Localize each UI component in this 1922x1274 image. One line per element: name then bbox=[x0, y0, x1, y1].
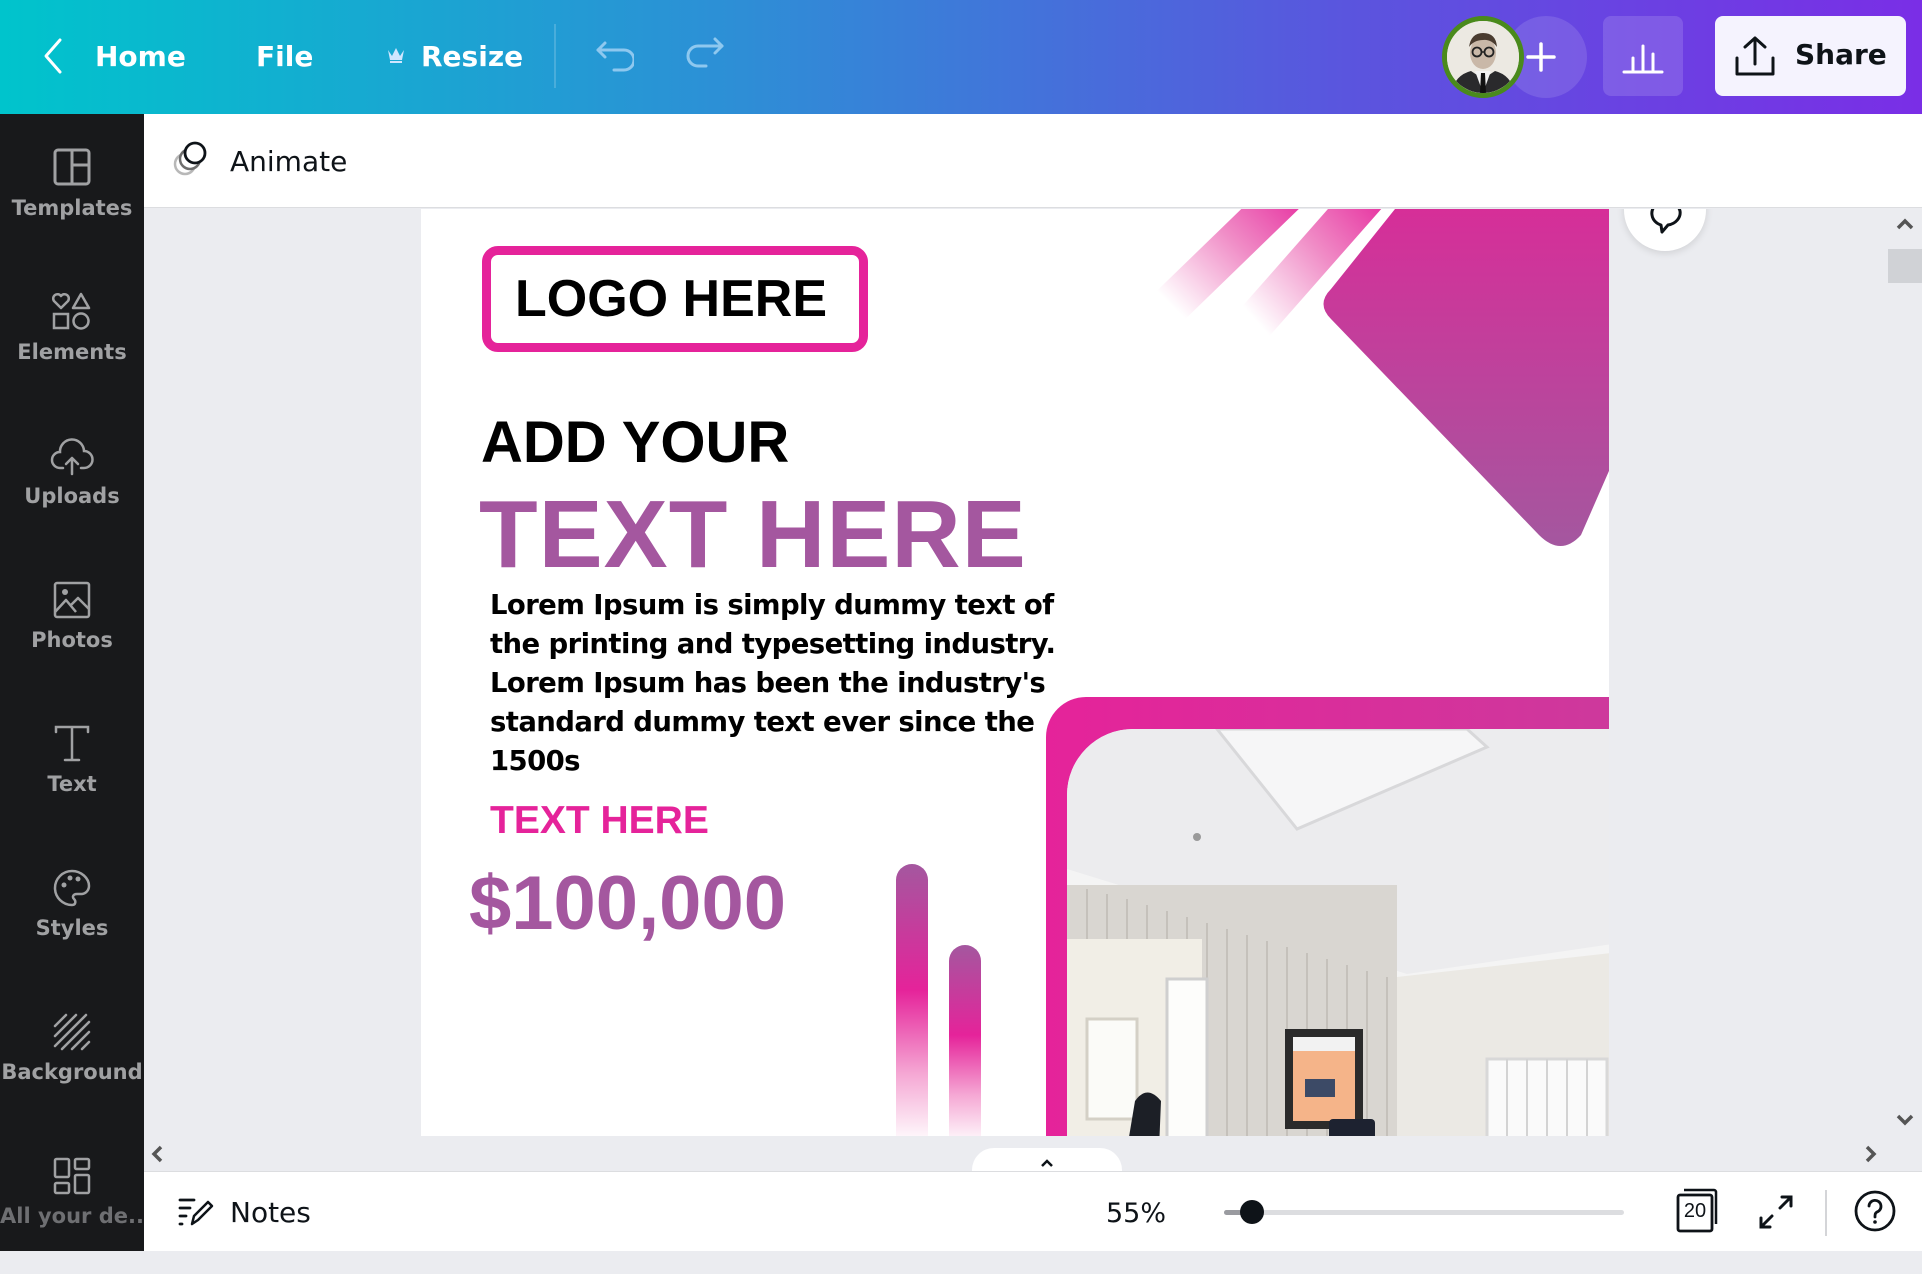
image-icon bbox=[53, 581, 91, 619]
left-sidebar: Templates Elements Uploads Photos Text S… bbox=[0, 114, 144, 1251]
headline-line-1[interactable]: ADD YOUR bbox=[481, 410, 789, 476]
notes-button[interactable]: Notes bbox=[168, 1182, 318, 1242]
subheading-text[interactable]: TEXT HERE bbox=[490, 799, 709, 843]
pages-button[interactable]: 20 bbox=[1674, 1186, 1722, 1236]
undo-icon[interactable] bbox=[592, 38, 636, 78]
zoom-slider[interactable] bbox=[1224, 1200, 1624, 1224]
logo-placeholder[interactable]: LOGO HERE bbox=[482, 246, 868, 352]
decorative-diamond bbox=[1323, 209, 1609, 546]
sidebar-item-uploads[interactable]: Uploads bbox=[0, 434, 144, 554]
zoom-percentage[interactable]: 55% bbox=[1106, 1198, 1166, 1230]
elements-icon bbox=[52, 292, 91, 330]
upload-icon bbox=[1735, 36, 1775, 76]
sidebar-item-label: Uploads bbox=[24, 484, 120, 508]
palette-icon bbox=[53, 869, 91, 907]
page-count: 20 bbox=[1683, 1200, 1707, 1222]
sidebar-item-elements[interactable]: Elements bbox=[0, 290, 144, 410]
sidebar-item-all-designs[interactable]: All your de... bbox=[0, 1154, 144, 1274]
animate-label: Animate bbox=[230, 145, 348, 178]
notes-label: Notes bbox=[230, 1196, 311, 1229]
decorative-bar bbox=[949, 945, 981, 1136]
file-menu-button[interactable]: File bbox=[256, 38, 313, 76]
sidebar-item-styles[interactable]: Styles bbox=[0, 866, 144, 986]
sidebar-item-text[interactable]: Text bbox=[0, 722, 144, 842]
templates-icon bbox=[53, 148, 91, 186]
sidebar-item-label: Background bbox=[1, 1060, 143, 1084]
zoom-slider-handle[interactable] bbox=[1240, 1200, 1264, 1224]
insights-button[interactable] bbox=[1603, 16, 1683, 96]
home-button[interactable]: Home bbox=[95, 38, 186, 76]
sidebar-item-label: Templates bbox=[11, 196, 133, 220]
text-icon bbox=[54, 725, 90, 762]
logo-text[interactable]: LOGO HERE bbox=[515, 269, 827, 329]
bottom-toolbar: Notes 55% 20 bbox=[144, 1171, 1922, 1251]
design-page[interactable]: LOGO HERE ADD YOUR TEXT HERE Lorem Ipsum… bbox=[421, 209, 1609, 1136]
animate-icon bbox=[173, 141, 207, 176]
sidebar-item-templates[interactable]: Templates bbox=[0, 146, 144, 266]
chevron-left-icon[interactable] bbox=[40, 36, 66, 80]
sidebar-item-background[interactable]: Background bbox=[0, 1010, 144, 1130]
stripes-icon bbox=[53, 1013, 91, 1051]
notes-icon bbox=[178, 1198, 214, 1226]
chevron-right-icon bbox=[1865, 1145, 1877, 1163]
redo-icon[interactable] bbox=[686, 34, 728, 74]
scroll-up-button[interactable] bbox=[1895, 216, 1915, 235]
interior-photo[interactable] bbox=[1067, 729, 1609, 1136]
grid-icon bbox=[53, 1157, 91, 1195]
chevron-up-icon bbox=[1896, 218, 1914, 230]
scroll-right-button[interactable] bbox=[1864, 1144, 1878, 1168]
crown-icon bbox=[386, 46, 406, 68]
sidebar-item-label: Text bbox=[47, 772, 97, 796]
body-text[interactable]: Lorem Ipsum is simply dummy text of the … bbox=[490, 586, 1090, 781]
user-avatar[interactable] bbox=[1442, 16, 1524, 98]
cloud-upload-icon bbox=[50, 438, 94, 476]
scroll-down-button[interactable] bbox=[1895, 1112, 1915, 1131]
comment-icon bbox=[1650, 209, 1682, 234]
resize-button[interactable]: Resize bbox=[421, 38, 523, 76]
sidebar-item-label: Photos bbox=[31, 628, 113, 652]
scroll-left-button[interactable] bbox=[150, 1144, 164, 1168]
chevron-down-icon bbox=[1896, 1114, 1914, 1126]
bar-chart-icon bbox=[1622, 44, 1664, 74]
sidebar-item-photos[interactable]: Photos bbox=[0, 578, 144, 698]
sidebar-item-label: Styles bbox=[35, 916, 109, 940]
share-label: Share bbox=[1795, 38, 1887, 71]
fullscreen-button[interactable] bbox=[1754, 1190, 1798, 1234]
headline-line-2[interactable]: TEXT HERE bbox=[479, 485, 1027, 585]
vertical-scrollbar-thumb[interactable] bbox=[1888, 249, 1922, 283]
chevron-left-icon bbox=[151, 1145, 163, 1163]
help-icon bbox=[1854, 1190, 1896, 1232]
fullscreen-icon bbox=[1759, 1195, 1793, 1229]
sidebar-item-label: Elements bbox=[17, 340, 127, 364]
chevron-up-icon bbox=[1041, 1159, 1053, 1167]
toolbar-divider bbox=[1825, 1190, 1827, 1236]
context-toolbar: Animate bbox=[144, 114, 1922, 208]
price-text[interactable]: $100,000 bbox=[469, 859, 786, 949]
toolbar-divider bbox=[554, 24, 556, 88]
animate-button[interactable]: Animate bbox=[168, 130, 408, 192]
sidebar-item-label: All your de... bbox=[0, 1204, 144, 1228]
top-toolbar: Home File Resize Share bbox=[0, 0, 1922, 114]
help-button[interactable] bbox=[1852, 1188, 1898, 1234]
canvas-area: LOGO HERE ADD YOUR TEXT HERE Lorem Ipsum… bbox=[144, 209, 1922, 1137]
decorative-bar bbox=[896, 864, 928, 1136]
comment-button[interactable] bbox=[1624, 209, 1706, 251]
share-button[interactable]: Share bbox=[1715, 16, 1906, 96]
